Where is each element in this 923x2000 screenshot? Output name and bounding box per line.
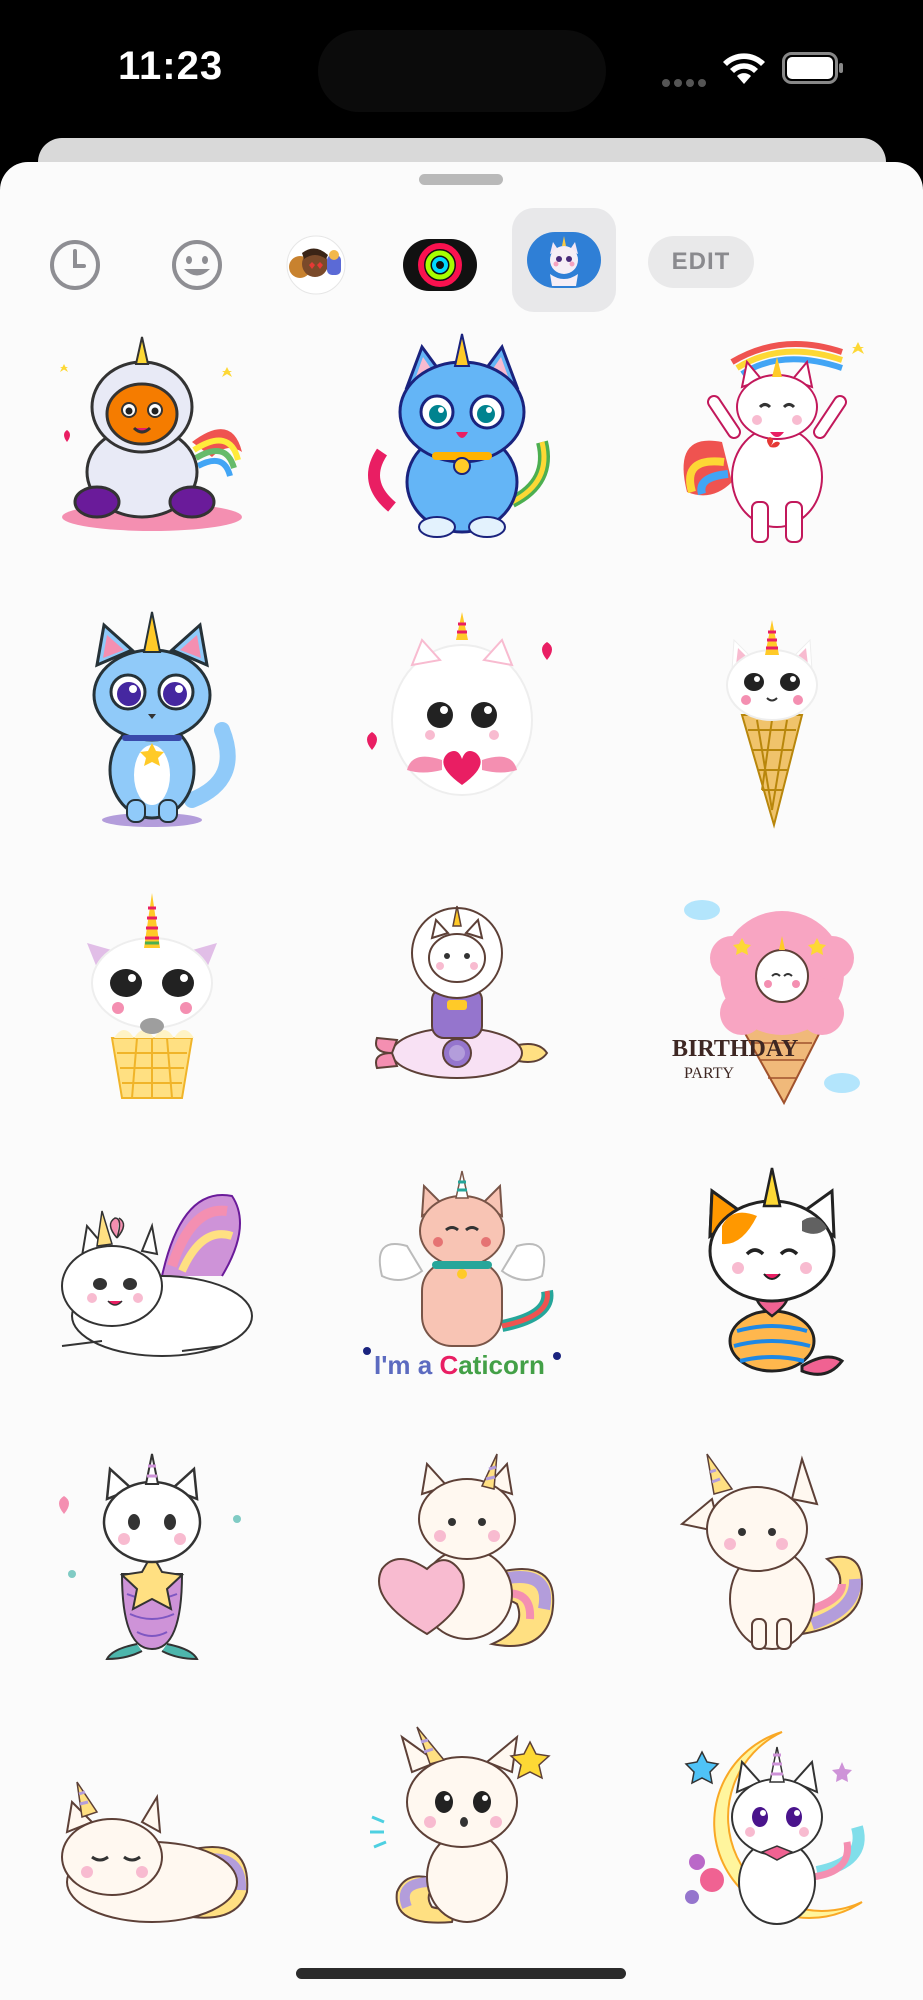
dynamic-island [318,30,606,112]
caticorn-face-ice-cream-illustration [87,893,217,1099]
smiley-icon [172,240,222,290]
caticorn-mermaid-heart-illustration [708,1167,845,1376]
tab-emoji[interactable] [162,230,232,300]
sticker-caticorn-sitting-side[interactable] [652,1434,892,1674]
im-a-caticorn-illustration: I'm a Caticorn [363,1170,561,1380]
sticker-caticorn-hugging-heart[interactable] [342,1434,582,1674]
blue-caticorn-illustration [368,333,550,538]
birthday-caption-line1: BIRTHDAY [672,1036,798,1062]
battery-icon [782,52,843,84]
caticorn-mermaid-star-illustration [59,1453,241,1661]
white-caticorn-waving-illustration [683,341,864,543]
sticker-sleeping-caticorn[interactable] [32,1712,272,1952]
sticker-blue-caticorn-big-eyes[interactable] [32,600,272,840]
activity-rings-icon [403,239,477,291]
fluffy-caticorn-illustration [61,1194,253,1357]
caticorn-hugging-heart-illustration [378,1453,555,1647]
status-bar: 11:23 [0,0,923,140]
astronaut-caticorn-illustration [375,905,549,1079]
sticker-caticorn-on-moon[interactable] [652,1712,892,1952]
caticorn-sitting-side-illustration [679,1453,864,1650]
sticker-white-caticorn-with-heart[interactable] [342,600,582,840]
sticker-surprised-caticorn-with-star[interactable] [342,1712,582,1952]
tab-recents[interactable] [40,230,110,300]
cellular-signal-icon [662,74,710,87]
tab-caticorn[interactable] [512,208,616,312]
sticker-blue-caticorn-sitting[interactable] [342,322,582,562]
sticker-sheet: EDIT BIRTHDAY PARTY I'm a Caticorn [0,162,923,2000]
caticorn-sticker-pack-icon [527,232,601,288]
surprised-caticorn-illustration [370,1726,551,1924]
sticker-astronaut-caticorn-rocket[interactable] [342,878,582,1118]
sticker-caticorn-mermaid-holding-heart[interactable] [652,1156,892,1396]
sticker-caticorn-face-ice-cream[interactable] [32,878,272,1118]
caticorn-caption: I'm a Caticorn [374,1350,545,1380]
home-indicator[interactable] [296,1968,626,1979]
edit-button[interactable]: EDIT [648,236,754,288]
sticker-white-caticorn-waving[interactable] [652,322,892,562]
blue-caticorn-big-eyes-illustration [92,611,236,827]
memoji-icon [286,235,346,295]
tab-memoji[interactable] [276,230,356,300]
sticker-caticorn-mermaid-holding-star[interactable] [32,1434,272,1674]
caticorn-ice-cream-illustration [726,620,818,829]
clock-icon [50,240,100,290]
sticker-im-a-caticorn-badge[interactable]: I'm a Caticorn [342,1156,582,1396]
caticorn-on-moon-illustration [684,1731,865,1925]
white-caticorn-heart-illustration [367,612,552,796]
sticker-tab-bar: EDIT [0,208,923,318]
sticker-caticorn-ice-cream-cone[interactable] [652,600,892,840]
sticker-orange-cat-in-unicorn-onesie[interactable] [32,322,272,562]
sleeping-caticorn-illustration [61,1781,249,1923]
orange-cat-onesie-illustration [60,336,242,531]
birthday-caticorn-illustration: BIRTHDAY PARTY [672,900,860,1106]
birthday-caption-line2: PARTY [684,1065,734,1082]
sheet-grabber[interactable] [419,174,503,185]
status-time: 11:23 [118,44,224,88]
sticker-birthday-party-caticorn-ice-cream[interactable]: BIRTHDAY PARTY [652,878,892,1118]
sticker-fluffy-caticorn-lying[interactable] [32,1156,272,1396]
tab-activity[interactable] [402,230,478,300]
wifi-icon [723,53,765,84]
